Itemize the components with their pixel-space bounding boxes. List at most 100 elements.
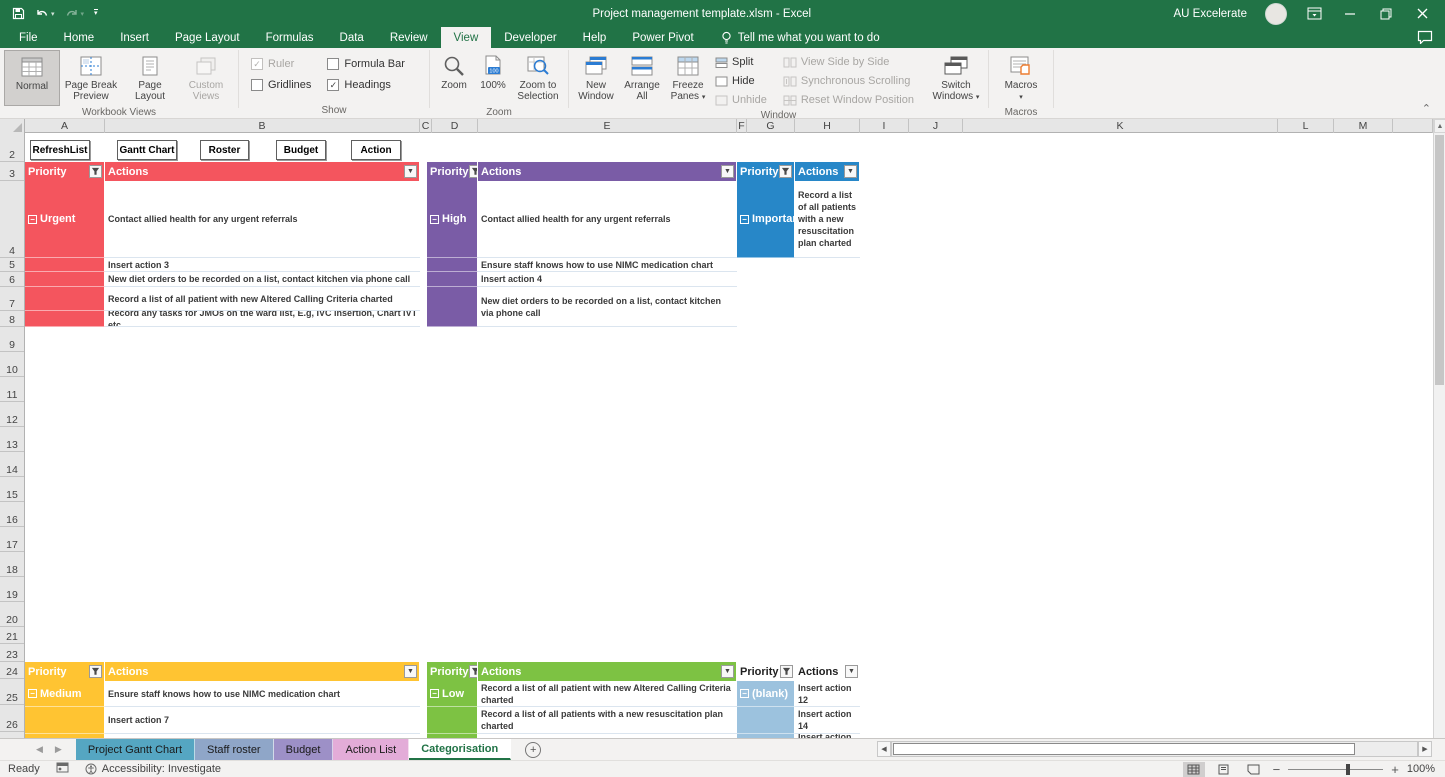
priority-cell[interactable] (25, 258, 105, 272)
row-header-16[interactable]: 16 (0, 502, 24, 527)
tab-view[interactable]: View (441, 27, 492, 48)
save-icon[interactable] (12, 7, 25, 20)
row-header-18[interactable]: 18 (0, 552, 24, 577)
column-header-L[interactable]: L (1278, 119, 1334, 133)
zoom-out-icon[interactable]: − (1273, 762, 1281, 777)
sheet-tab-project-gantt-chart[interactable]: Project Gantt Chart (76, 739, 195, 760)
column-header-C[interactable]: C (420, 119, 432, 133)
scroll-up-icon[interactable]: ▲ (1434, 119, 1445, 133)
actions-column-header[interactable]: Actions▼ (105, 662, 420, 681)
sheet-next-icon[interactable]: ▶ (55, 744, 62, 755)
scroll-right-icon[interactable]: ▶ (1418, 741, 1432, 757)
column-header-F[interactable]: F (737, 119, 747, 133)
filter-icon[interactable] (89, 665, 102, 678)
dropdown-icon[interactable]: ▼ (404, 665, 417, 678)
formula-bar-checkbox[interactable]: Formula Bar (327, 58, 405, 70)
ribbon-display-options-icon[interactable] (1305, 5, 1323, 23)
actions-column-header[interactable]: Actions▼ (478, 162, 737, 181)
zoom-slider[interactable] (1288, 769, 1383, 770)
normal-view-button[interactable]: Normal (4, 50, 60, 106)
row-header-19[interactable]: 19 (0, 577, 24, 602)
column-header-E[interactable]: E (478, 119, 737, 133)
form-button-action[interactable]: Action (351, 140, 401, 160)
priority-column-header[interactable]: Priority (25, 662, 105, 681)
row-header-26[interactable]: 26 (0, 705, 24, 732)
new-sheet-button[interactable]: + (525, 742, 541, 758)
form-button-budget[interactable]: Budget (276, 140, 326, 160)
tab-developer[interactable]: Developer (491, 27, 569, 48)
split-button[interactable]: Split (711, 53, 771, 71)
minimize-button[interactable] (1341, 5, 1359, 23)
priority-column-header[interactable]: Priority (737, 162, 795, 181)
collapse-minus-icon[interactable]: − (740, 689, 749, 698)
normal-view-status-button[interactable] (1183, 762, 1205, 777)
tab-data[interactable]: Data (327, 27, 377, 48)
actions-column-header[interactable]: Actions▼ (105, 162, 420, 181)
sheet-tab-budget[interactable]: Budget (274, 739, 334, 760)
action-cell[interactable]: Record any tasks for JMOs on the ward li… (105, 311, 420, 327)
column-header-G[interactable]: G (747, 119, 795, 133)
tab-insert[interactable]: Insert (107, 27, 162, 48)
tab-file[interactable]: File (6, 27, 51, 48)
filter-icon[interactable] (780, 665, 793, 678)
close-button[interactable] (1413, 5, 1431, 23)
filter-icon[interactable] (89, 165, 102, 178)
priority-cell[interactable]: −Important (737, 181, 795, 258)
priority-column-header[interactable]: Priority (427, 662, 478, 681)
tab-page-layout[interactable]: Page Layout (162, 27, 253, 48)
priority-cell[interactable] (25, 287, 105, 311)
form-button-roster[interactable]: Roster (200, 140, 249, 160)
zoom-100-button[interactable]: 100 100% (474, 50, 512, 106)
action-cell[interactable]: Record a list of all patients with a new… (478, 707, 737, 734)
switch-windows-button[interactable]: Switch Windows ▾ (928, 50, 984, 106)
row-header-7[interactable]: 7 (0, 287, 24, 311)
action-cell[interactable]: Record a list of all patient with new Al… (105, 287, 420, 311)
headings-checkbox[interactable]: ✓Headings (327, 79, 405, 91)
actions-column-header[interactable]: Actions▼ (795, 662, 860, 681)
row-header-24[interactable]: 24 (0, 662, 24, 679)
sheet-tab-staff-roster[interactable]: Staff roster (195, 739, 274, 760)
row-header-25[interactable]: 25 (0, 679, 24, 705)
row-header-2[interactable]: 2 (0, 133, 24, 162)
row-header-17[interactable]: 17 (0, 527, 24, 552)
column-header-J[interactable]: J (909, 119, 963, 133)
filter-icon[interactable] (779, 165, 792, 178)
sheet-tab-action-list[interactable]: Action List (333, 739, 409, 760)
row-header-15[interactable]: 15 (0, 477, 24, 502)
row-header-9[interactable]: 9 (0, 327, 24, 352)
tab-home[interactable]: Home (51, 27, 108, 48)
priority-cell[interactable]: −Urgent (25, 181, 105, 258)
undo-button[interactable]: ▾ (35, 8, 55, 20)
action-cell[interactable]: Ensure staff knows how to use NIMC medic… (478, 258, 737, 272)
account-name[interactable]: AU Excelerate (1173, 8, 1247, 20)
actions-column-header[interactable]: Actions▼ (795, 162, 860, 181)
priority-cell[interactable] (427, 258, 478, 272)
action-cell[interactable]: Insert action 4 (478, 272, 737, 287)
action-cell[interactable]: Insert action 14 (795, 707, 860, 734)
accessibility-status[interactable]: Accessibility: Investigate (85, 763, 221, 775)
maximize-button[interactable] (1377, 5, 1395, 23)
column-header-filler[interactable] (1393, 119, 1433, 133)
scroll-left-icon[interactable]: ◀ (877, 741, 891, 757)
new-window-button[interactable]: New Window (573, 50, 619, 106)
action-cell[interactable]: Insert action 3 (105, 258, 420, 272)
row-header-6[interactable]: 6 (0, 272, 24, 287)
undo-caret-icon[interactable]: ▾ (51, 10, 55, 18)
priority-cell[interactable]: −High (427, 181, 478, 258)
collapse-minus-icon[interactable]: − (28, 689, 37, 698)
column-header-A[interactable]: A (25, 119, 105, 133)
macro-record-icon[interactable] (56, 762, 69, 776)
column-header-I[interactable]: I (860, 119, 909, 133)
row-header-23[interactable]: 23 (0, 644, 24, 662)
form-button-refreshlist[interactable]: RefreshList (30, 140, 90, 160)
macros-button[interactable]: Macros▾ (993, 50, 1049, 106)
priority-cell[interactable] (737, 707, 795, 734)
row-header-11[interactable]: 11 (0, 377, 24, 402)
customize-qat-icon[interactable]: ▾ (94, 9, 98, 18)
dropdown-icon[interactable]: ▼ (404, 165, 417, 178)
vertical-scroll-thumb[interactable] (1435, 135, 1444, 385)
collapse-minus-icon[interactable]: − (740, 215, 749, 224)
row-header-21[interactable]: 21 (0, 627, 24, 644)
collapse-minus-icon[interactable]: − (28, 215, 37, 224)
priority-cell[interactable] (427, 707, 478, 734)
